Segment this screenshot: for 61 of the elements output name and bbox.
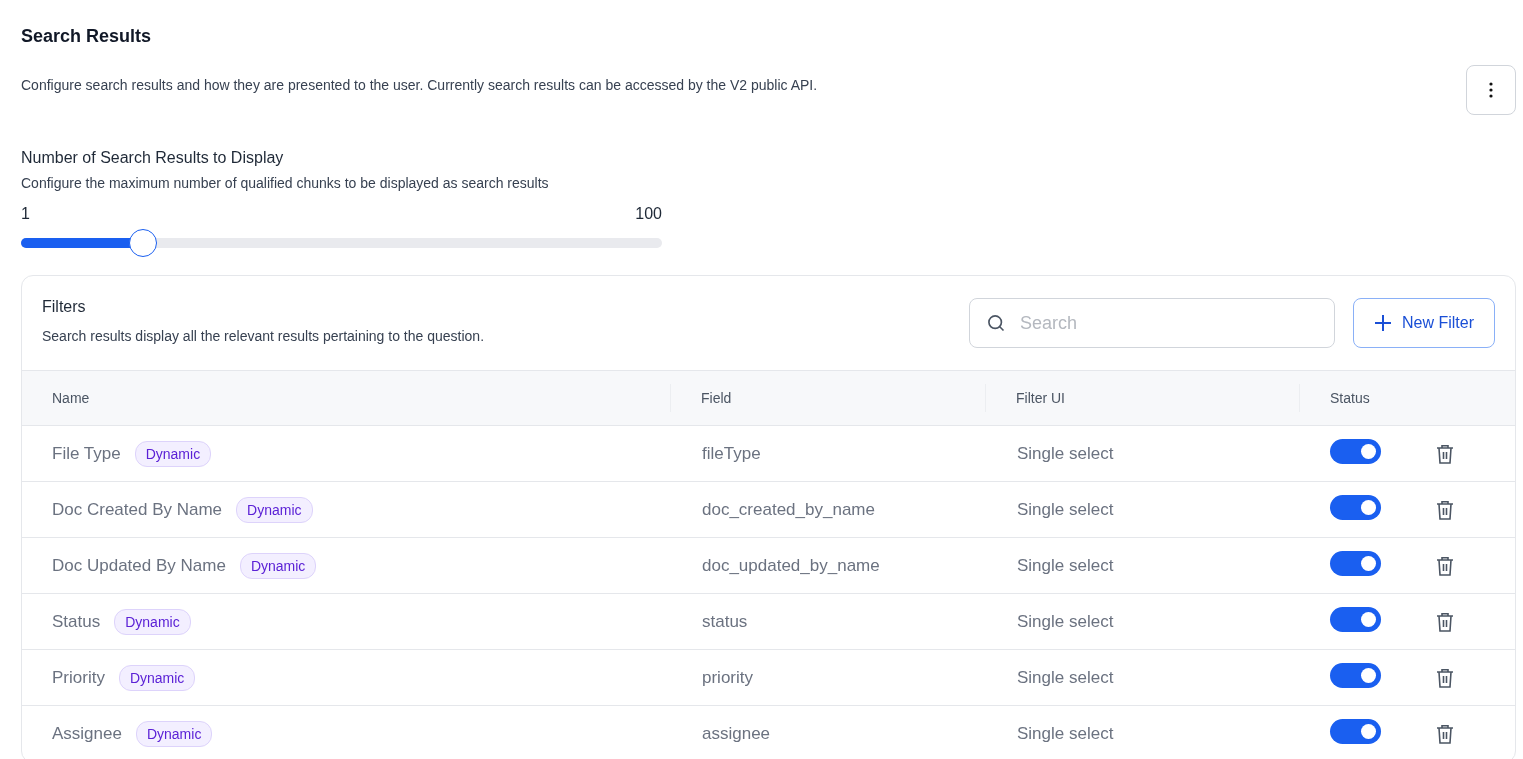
field-value: assignee [702,723,771,743]
filter-name: Doc Created By Name [52,499,223,520]
slider-track[interactable] [21,229,662,257]
trash-icon [1436,723,1454,744]
filter-name: Status [52,611,101,632]
setting-description: Configure the maximum number of qualified chunks to be displayed as search results [21,175,550,191]
new-filter-button[interactable]: New Filter [1353,298,1495,348]
dynamic-tag: Dynamic [134,440,212,467]
status-toggle[interactable] [1330,551,1381,576]
delete-button[interactable] [1436,443,1454,464]
filter-name: File Type [52,443,121,464]
field-value: doc_updated_by_name [702,555,880,575]
dynamic-tag: Dynamic [135,720,213,747]
delete-button[interactable] [1436,611,1454,632]
status-toggle[interactable] [1330,607,1381,632]
column-header: Status [1330,390,1370,406]
filter-ui-value: Single select [1017,667,1114,687]
filter-ui-value: Single select [1017,723,1114,743]
page-description: Configure search results and how they are presented to the user. Currently search results can be accessed by the V2 public API. [21,77,818,93]
column-header: Filter UI [1016,390,1065,406]
delete-button[interactable] [1436,667,1454,688]
search-field[interactable]: Search [969,298,1335,348]
status-toggle[interactable] [1330,495,1381,520]
dynamic-tag: Dynamic [239,552,317,579]
status-toggle[interactable] [1330,663,1381,688]
filter-name: Assignee [52,723,122,744]
plus-icon [1374,314,1392,332]
slider-thumb[interactable] [128,229,157,257]
more-icon [1489,82,1493,98]
delete-button[interactable] [1436,723,1454,744]
field-value: priority [702,667,753,687]
field-value: doc_created_by_name [702,499,875,519]
slider-min-label: 1 [21,205,30,223]
filter-ui-value: Single select [1017,611,1114,631]
trash-icon [1436,667,1454,688]
slider-max-label: 100 [635,205,662,223]
delete-button[interactable] [1436,499,1454,520]
filter-name: Doc Updated By Name [52,555,226,576]
page-title: Search Results [21,25,153,48]
delete-button[interactable] [1436,555,1454,576]
column-header: Name [52,390,90,406]
filter-name: Priority [52,667,105,688]
filter-ui-value: Single select [1017,555,1114,575]
trash-icon [1436,443,1454,464]
trash-icon [1436,499,1454,520]
field-value: status [702,611,748,631]
filter-ui-value: Single select [1017,499,1114,519]
dynamic-tag: Dynamic [236,496,313,523]
trash-icon [1436,555,1454,576]
card-description: Search results display all the relevant results pertaining to the question. [42,328,485,344]
search-icon [986,313,1006,333]
dynamic-tag: Dynamic [114,608,191,635]
card-title: Filters [42,298,87,316]
status-toggle[interactable] [1330,439,1381,464]
filter-ui-value: Single select [1017,443,1114,463]
column-header: Field [701,390,732,406]
dynamic-tag: Dynamic [118,664,196,691]
status-toggle[interactable] [1330,719,1381,744]
field-value: fileType [702,443,761,463]
trash-icon [1436,611,1454,632]
setting-title: Number of Search Results to Display [21,149,285,167]
